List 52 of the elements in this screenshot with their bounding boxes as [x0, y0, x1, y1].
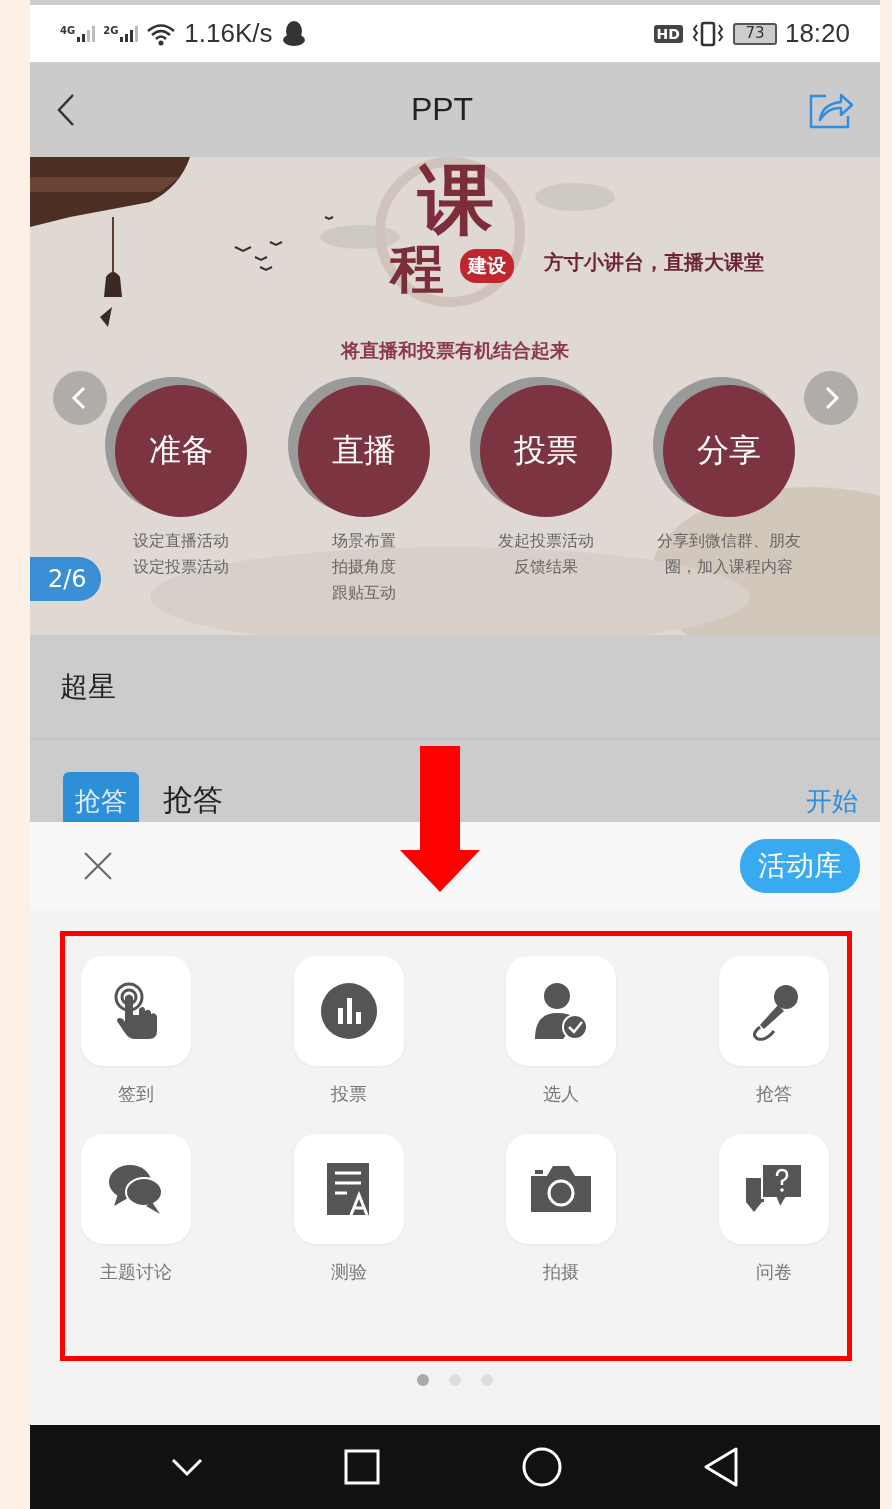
slide-page-indicator: 2/6 [30, 557, 101, 601]
seal-stamp: 建设 [460, 249, 514, 283]
page-title: PPT [410, 91, 474, 128]
slide-title-character: 课 [418, 162, 494, 238]
activity-badge: 抢答 [63, 772, 139, 822]
activity-tile[interactable] [718, 956, 829, 1066]
activity-tile[interactable] [81, 1134, 192, 1244]
start-link[interactable]: 开始 [806, 784, 858, 818]
activity-tile[interactable] [293, 1134, 404, 1244]
step-description: 反馈结果 [514, 557, 579, 578]
activity-tile[interactable] [506, 956, 617, 1066]
vibrate-icon [690, 20, 725, 47]
close-icon[interactable] [83, 850, 113, 881]
camera-icon [529, 1164, 594, 1214]
activity-label: 测验 [330, 1260, 367, 1284]
clock: 18:20 [784, 18, 850, 49]
home-icon[interactable] [521, 1447, 562, 1487]
course-name: 超星 [60, 668, 116, 705]
penguin-icon [280, 19, 307, 48]
activity-library-button[interactable]: 活动库 [740, 838, 860, 893]
network-speed: 1.16K/s [184, 18, 273, 49]
activity-tile[interactable] [81, 956, 192, 1066]
step-description: 发起投票活动 [498, 531, 595, 552]
chevron-down-icon[interactable] [170, 1457, 203, 1477]
activity-label: 投票 [330, 1082, 367, 1106]
activity-label: 拍摄 [543, 1260, 580, 1284]
slide-title-character: 程 [390, 242, 444, 296]
bar-chart-icon [319, 982, 378, 1040]
recent-apps-icon[interactable] [344, 1449, 381, 1485]
slide-subtitle: 将直播和投票有机结合起来 [339, 338, 570, 363]
back-icon[interactable] [703, 1447, 740, 1487]
step-description: 场景布置 [331, 531, 396, 552]
step-description: 设定投票活动 [133, 557, 230, 578]
activity-tile[interactable] [293, 956, 404, 1066]
slide-tagline: 方寸小讲台，直播大课堂 [544, 249, 764, 276]
hd-badge: HD [653, 24, 683, 43]
activity-label: 签到 [118, 1082, 155, 1106]
activity-label: 问卷 [755, 1260, 792, 1284]
step-description: 设定直播活动 [133, 531, 230, 552]
step-description: 圈，加入课程内容 [664, 557, 793, 578]
activity-label: 抢答 [755, 1082, 792, 1106]
step-description: 拍摄角度 [331, 557, 396, 578]
battery-icon: 73 [732, 22, 777, 45]
step-description: 分享到微信群、朋友 [656, 531, 801, 552]
wifi-icon [146, 21, 177, 46]
activity-label: 选人 [543, 1082, 580, 1106]
step-description: 跟贴互动 [331, 583, 396, 604]
activity-tile[interactable] [718, 1134, 829, 1244]
back-icon[interactable] [56, 92, 76, 127]
activity-tile[interactable] [506, 1134, 617, 1244]
activity-name: 抢答 [163, 782, 224, 818]
activity-label: 主题讨论 [100, 1260, 173, 1284]
